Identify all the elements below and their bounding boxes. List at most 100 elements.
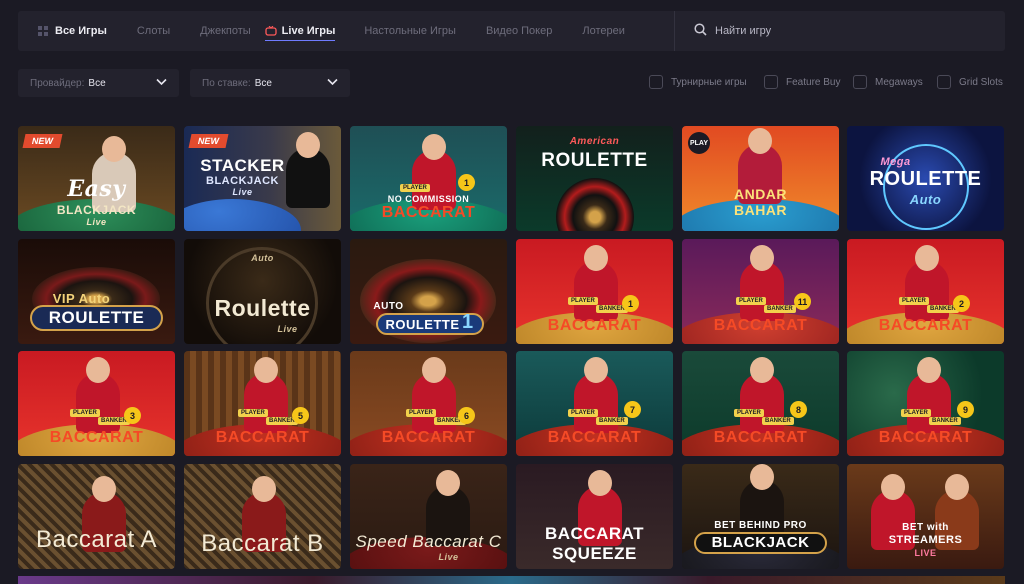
tab-table-games[interactable]: Настольные Игры	[364, 11, 456, 51]
game-subtitle: Auto	[909, 192, 942, 207]
tab-all-games[interactable]: Все Игры	[38, 11, 107, 51]
game-title: ANDAR	[733, 186, 788, 202]
tab-slots[interactable]: Слоты	[137, 11, 170, 51]
game-title: BLACKJACK	[711, 534, 810, 551]
game-tile[interactable]: AUTO ROULETTE 1	[350, 239, 507, 344]
game-tile[interactable]: PLAYER BANKER 3 BACCARAT	[18, 351, 175, 456]
game-tile[interactable]: Speed Baccarat C Live	[350, 464, 507, 569]
game-tile[interactable]: VIP Auto ROULETTE	[18, 239, 175, 344]
game-tile[interactable]: BACCARAT SQUEEZE	[516, 464, 673, 569]
game-tile[interactable]: PLAYER BANKER 9 BACCARAT	[847, 351, 1004, 456]
player-tag: PLAYER	[70, 409, 100, 417]
tab-label: Live Игры	[281, 25, 336, 37]
tab-label: Видео Покер	[485, 25, 553, 37]
game-tile[interactable]: BET with STREAMERS LIVE	[847, 464, 1004, 569]
game-title: BACCARAT	[544, 524, 645, 543]
player-tag: PLAYER	[734, 409, 764, 417]
game-title: BACCARAT	[547, 429, 642, 446]
game-tile[interactable]: Auto Roulette Live	[184, 239, 341, 344]
game-tile[interactable]: PLAY ANDAR BAHAR	[682, 126, 839, 231]
play-logo: PLAY	[688, 132, 710, 154]
game-subtitle: AUTO	[373, 301, 404, 312]
tab-jackpots[interactable]: Джекпоты	[200, 11, 251, 51]
filter-tournament[interactable]: Турнирные игры	[649, 75, 747, 89]
search-game[interactable]: Найти игру	[694, 11, 771, 51]
game-title: BACCARAT	[215, 429, 310, 446]
game-tile[interactable]: PLAYER BANKER 5 BACCARAT	[184, 351, 341, 456]
table-number: 8	[790, 401, 807, 418]
game-tile[interactable]: PLAYER BANKER 8 BACCARAT	[682, 351, 839, 456]
provider-select[interactable]: Провайдер: Все	[18, 69, 179, 97]
game-subtitle: LIVE	[914, 548, 937, 558]
game-tile[interactable]: BET BEHIND PRO BLACKJACK	[682, 464, 839, 569]
tab-video-poker[interactable]: Видео Покер	[486, 11, 552, 51]
nav-divider	[674, 11, 675, 51]
table-number: 1	[462, 311, 474, 333]
game-tile[interactable]: PLAYER BANKER 2 BACCARAT	[847, 239, 1004, 344]
checkbox[interactable]	[764, 75, 778, 89]
game-title: Baccarat A	[35, 526, 158, 553]
player-tag: PLAYER	[238, 409, 268, 417]
checkbox[interactable]	[649, 75, 663, 89]
chevron-down-icon	[327, 78, 338, 89]
player-tag: PLAYER	[400, 184, 430, 192]
game-tile[interactable]: PLAYER BANKER 1 BACCARAT	[516, 239, 673, 344]
chevron-down-icon	[156, 78, 167, 89]
game-tile[interactable]: American ROULETTE	[516, 126, 673, 231]
tab-label: Все Игры	[55, 25, 107, 37]
game-title: BACCARAT	[381, 429, 476, 446]
game-title: BLACKJACK	[56, 203, 137, 217]
game-title: ROULETTE	[385, 317, 460, 332]
tab-live-games[interactable]: Live Игры	[264, 11, 336, 51]
stake-select[interactable]: По ставке: Все	[190, 69, 350, 97]
tab-label: Настольные Игры	[364, 25, 456, 37]
stake-value: Все	[254, 77, 272, 89]
game-subtitle: VIP Auto	[52, 291, 111, 306]
live-icon	[265, 25, 277, 36]
banker-tag: BANKER	[596, 417, 628, 425]
table-number: 6	[458, 407, 475, 424]
tab-label: Лотереи	[582, 25, 625, 37]
table-number: 5	[292, 407, 309, 424]
game-tile[interactable]: NEW Easy BLACKJACK Live	[18, 126, 175, 231]
table-number: 2	[953, 295, 970, 312]
table-number: 9	[957, 401, 974, 418]
game-title: BACCARAT	[878, 317, 973, 334]
game-tile[interactable]: PLAYER 1 NO COMMISSION BACCARAT	[350, 126, 507, 231]
player-tag: PLAYER	[899, 297, 929, 305]
banker-tag: BANKER	[929, 417, 961, 425]
game-title: ROULETTE	[869, 168, 982, 190]
game-subtitle: American	[569, 136, 620, 147]
game-title: BAHAR	[733, 202, 788, 218]
filter-label: Megaways	[875, 76, 923, 88]
game-title: STACKER	[200, 156, 285, 175]
player-tag: PLAYER	[736, 297, 766, 305]
checkbox[interactable]	[853, 75, 867, 89]
filter-grid-slots[interactable]: Grid Slots	[937, 75, 1003, 89]
checkbox[interactable]	[937, 75, 951, 89]
grid-icon	[38, 26, 50, 36]
game-tile[interactable]: Mega ROULETTE Auto	[847, 126, 1004, 231]
game-subtitle: Live	[232, 187, 253, 197]
game-tile[interactable]: PLAYER BANKER 7 BACCARAT	[516, 351, 673, 456]
game-title: Easy	[67, 176, 126, 202]
search-icon	[694, 23, 715, 39]
game-title: Speed Baccarat C	[355, 532, 502, 551]
game-tile[interactable]: PLAYER BANKER 6 BACCARAT	[350, 351, 507, 456]
game-tile[interactable]: NEW STACKER BLACKJACK Live	[184, 126, 341, 231]
game-title: BACCARAT	[547, 317, 642, 334]
filter-feature-buy[interactable]: Feature Buy	[764, 75, 840, 89]
game-title: BACCARAT	[381, 204, 476, 221]
game-subtitle: Live	[86, 217, 107, 227]
table-number: 1	[622, 295, 639, 312]
game-subtitle: NO COMMISSION	[387, 194, 470, 204]
game-tile[interactable]: Baccarat B	[184, 464, 341, 569]
player-tag: PLAYER	[568, 297, 598, 305]
tab-lotteries[interactable]: Лотереи	[582, 11, 625, 51]
new-badge: NEW	[22, 134, 63, 148]
table-number: 7	[624, 401, 641, 418]
banker-tag: BANKER	[762, 417, 794, 425]
filter-megaways[interactable]: Megaways	[853, 75, 923, 89]
game-tile[interactable]: Baccarat A	[18, 464, 175, 569]
game-tile[interactable]: PLAYER BANKER 11 BACCARAT	[682, 239, 839, 344]
